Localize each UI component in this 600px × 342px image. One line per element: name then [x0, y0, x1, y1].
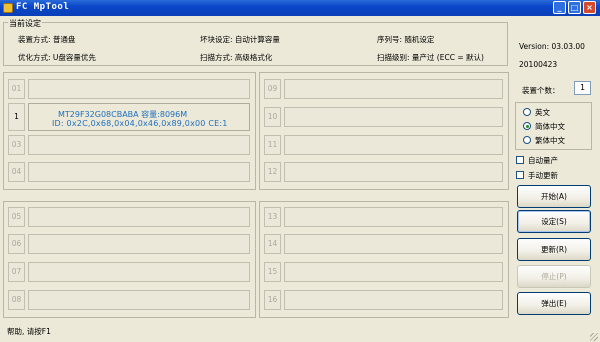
eject-button[interactable]: 弹出(E) [517, 292, 591, 315]
slot-12-number: 12 [264, 162, 281, 182]
slot-04-number: 04 [8, 162, 25, 182]
language-radio-english[interactable]: 英文 [523, 107, 550, 118]
language-radio-traditional[interactable]: 繁体中文 [523, 135, 565, 146]
slot-02-flash-id: ID: 0x2C,0x68,0x04,0x46,0x89,0x00 CE:1 [52, 119, 228, 128]
window-title: FC MpTool [16, 2, 70, 12]
slot-02-number: 1 [8, 103, 25, 131]
update-button[interactable]: 更新(R) [517, 238, 591, 261]
device-mode-text: 装置方式: 普通盘 [18, 35, 76, 44]
slot-07-status [28, 262, 250, 282]
version-text: Version: 03.03.00 [519, 42, 585, 51]
slot-09-status [284, 79, 503, 99]
minimize-button[interactable]: _ [553, 1, 566, 14]
slot-10-number: 10 [264, 107, 281, 127]
language-radio-simplified[interactable]: 简体中文 [523, 121, 565, 132]
scan-mode-text: 扫描方式: 高级格式化 [200, 53, 273, 62]
slot-05-status [28, 207, 250, 227]
optimize-text: 优化方式: U盘容量优先 [18, 53, 96, 62]
auto-mass-checkbox[interactable]: 自动量产 [516, 155, 558, 166]
app-icon [3, 3, 13, 13]
slot-03-status [28, 135, 250, 155]
radio-circle [523, 108, 531, 116]
slot-13-number: 13 [264, 207, 281, 227]
slot-15-number: 15 [264, 262, 281, 282]
version-date: 20100423 [519, 60, 558, 69]
device-count-field[interactable]: 1 [574, 81, 591, 95]
slot-07-number: 07 [8, 262, 25, 282]
slot-03-number: 03 [8, 135, 25, 155]
slot-11-status [284, 135, 503, 155]
slot-16-number: 16 [264, 290, 281, 310]
slot-01-number: 01 [8, 79, 25, 99]
slot-04-status [28, 162, 250, 182]
stop-button[interactable]: 停止(P) [517, 265, 591, 288]
slot-14-number: 14 [264, 234, 281, 254]
title-bar: FC MpTool _ □ × [0, 0, 600, 16]
slot-10-status [284, 107, 503, 127]
maximize-button[interactable]: □ [568, 1, 581, 14]
slot-08-status [28, 290, 250, 310]
radio-circle [523, 136, 531, 144]
checkbox-box [516, 171, 524, 179]
radio-circle-selected [523, 122, 531, 130]
slot-12-status [284, 162, 503, 182]
bad-block-text: 坏块设定: 自动计算容量 [200, 35, 280, 44]
slot-05-number: 05 [8, 207, 25, 227]
slot-16-status [284, 290, 503, 310]
slot-01-status [28, 79, 250, 99]
slot-06-number: 06 [8, 234, 25, 254]
current-settings-legend: 当前设定 [8, 18, 42, 29]
manual-update-checkbox[interactable]: 手动更新 [516, 170, 558, 181]
slot-13-status [284, 207, 503, 227]
scan-level-text: 扫描级别: 量产过 (ECC = 默认) [377, 53, 484, 62]
resize-grip-icon[interactable] [590, 333, 598, 341]
serial-text: 序列号: 随机设定 [377, 35, 435, 44]
status-bar-text: 帮助, 请按F1 [7, 327, 51, 336]
slot-06-status [28, 234, 250, 254]
checkbox-box [516, 156, 524, 164]
device-count-label: 装置个数： [522, 86, 560, 95]
slot-08-number: 08 [8, 290, 25, 310]
slot-15-status [284, 262, 503, 282]
slot-14-status [284, 234, 503, 254]
slot-09-number: 09 [264, 79, 281, 99]
start-button[interactable]: 开始(A) [517, 185, 591, 208]
settings-button[interactable]: 设定(S) [517, 210, 591, 233]
slot-11-number: 11 [264, 135, 281, 155]
close-button[interactable]: × [583, 1, 596, 14]
